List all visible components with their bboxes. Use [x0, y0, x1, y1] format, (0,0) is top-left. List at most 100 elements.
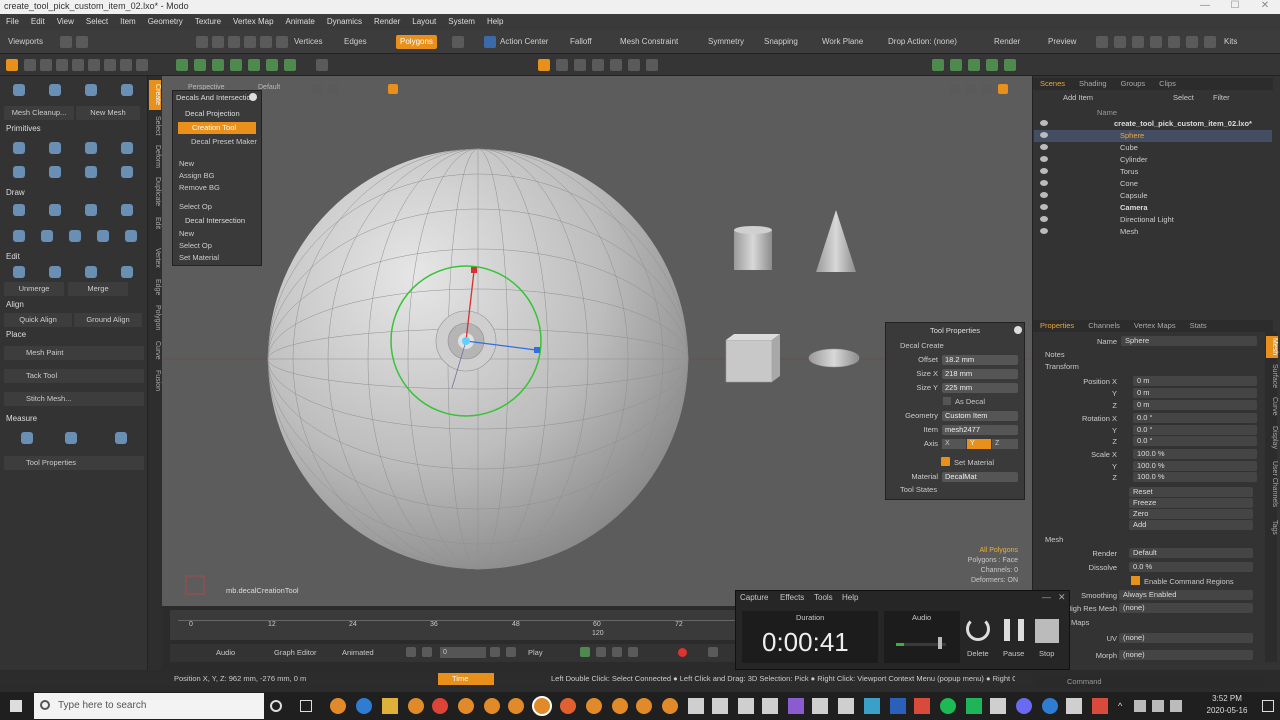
- chrome-icon[interactable]: [432, 698, 448, 714]
- viewport-camera-icon[interactable]: [610, 59, 622, 71]
- size-x-field[interactable]: 218 mm: [942, 369, 1018, 379]
- maximize-icon[interactable]: ☐: [1220, 0, 1250, 12]
- viewport-uv-icon[interactable]: [592, 59, 604, 71]
- rotation-x-field[interactable]: 0.0 °: [1133, 413, 1257, 423]
- cylinder-mesh[interactable]: [734, 226, 772, 270]
- layout-switch-icon[interactable]: [1096, 36, 1108, 48]
- cube-icon[interactable]: [10, 140, 28, 156]
- graph-editor-button[interactable]: Graph Editor: [274, 648, 317, 657]
- app-modo-2-icon[interactable]: [408, 698, 424, 714]
- timeline[interactable]: 0 12 24 36 48 60 72 120: [170, 610, 740, 640]
- viewport-quad-icon[interactable]: [574, 59, 586, 71]
- clock-time[interactable]: 3:52 PM: [1200, 694, 1254, 703]
- protractor-icon[interactable]: [62, 430, 80, 446]
- select-arrow-icon[interactable]: [196, 36, 208, 48]
- as-decal-checkbox[interactable]: [943, 397, 951, 405]
- tab-scenes[interactable]: Scenes: [1033, 78, 1072, 90]
- app-misc-4-icon[interactable]: [990, 698, 1006, 714]
- curve-line-icon[interactable]: [10, 228, 28, 244]
- curve-sketch-icon[interactable]: [66, 228, 84, 244]
- tool-properties-button[interactable]: Tool Properties: [4, 456, 144, 470]
- cube-mesh[interactable]: [725, 334, 780, 383]
- render-dropdown[interactable]: Default: [1129, 548, 1253, 558]
- animated-dropdown[interactable]: Animated: [342, 648, 374, 657]
- intersection-new-button[interactable]: New: [179, 229, 194, 238]
- item-cone[interactable]: Cone: [1034, 178, 1272, 190]
- draw-pen-icon[interactable]: [82, 202, 100, 218]
- edges-button[interactable]: Edges: [340, 35, 371, 49]
- items-icon[interactable]: [260, 36, 272, 48]
- volume-icon[interactable]: [1152, 700, 1164, 712]
- menu-texture[interactable]: Texture: [189, 14, 227, 30]
- geometry-dropdown[interactable]: Custom Item: [942, 411, 1018, 421]
- cross-icon[interactable]: [1168, 36, 1180, 48]
- move-tool-icon[interactable]: [24, 59, 36, 71]
- mesh-constraint-button[interactable]: Mesh Constraint: [616, 35, 682, 49]
- clock-date[interactable]: 2020-05-16: [1200, 706, 1254, 715]
- keyframe-icon[interactable]: [596, 647, 606, 657]
- scale-x-field[interactable]: 100.0 %: [1133, 449, 1257, 459]
- vtab-curve[interactable]: Curve: [149, 338, 161, 362]
- copy-icon[interactable]: [46, 264, 64, 280]
- windows-start-icon[interactable]: [10, 700, 22, 712]
- item-field[interactable]: mesh2477: [942, 425, 1018, 435]
- render-button[interactable]: Render: [990, 35, 1024, 49]
- taskbar-search-input[interactable]: Type here to search: [34, 693, 264, 719]
- app-purple-icon[interactable]: [1016, 698, 1032, 714]
- pen-icon[interactable]: [1204, 36, 1216, 48]
- time-button[interactable]: Time: [438, 673, 494, 685]
- stitch-mesh-button[interactable]: Stitch Mesh...: [4, 392, 144, 406]
- ruler-icon[interactable]: [18, 430, 36, 446]
- work-plane-button[interactable]: Work Plane: [818, 35, 867, 49]
- quick-align-button[interactable]: Quick Align: [4, 313, 72, 327]
- tray-chevron-icon[interactable]: ^: [1118, 701, 1122, 711]
- transform-tool-icon[interactable]: [72, 59, 84, 71]
- vtab-display[interactable]: Display: [1266, 422, 1278, 452]
- pivot-icon[interactable]: [136, 59, 148, 71]
- measure-box-icon[interactable]: [112, 430, 130, 446]
- photoshop-icon[interactable]: [890, 698, 906, 714]
- scale-tool-icon[interactable]: [56, 59, 68, 71]
- draw-extrude-icon[interactable]: [10, 202, 28, 218]
- scene-root-item[interactable]: create_tool_pick_custom_item_02.lxo*: [1034, 118, 1272, 130]
- dissolve-field[interactable]: 0.0 %: [1129, 562, 1253, 572]
- tab-groups[interactable]: Groups: [1114, 78, 1153, 90]
- app-generic-3-icon[interactable]: [636, 698, 652, 714]
- minimize-icon[interactable]: —: [1190, 0, 1220, 12]
- file-explorer-icon[interactable]: [382, 698, 398, 714]
- viewport-split-icon[interactable]: [556, 59, 568, 71]
- search-icon[interactable]: [316, 59, 328, 71]
- wrench-icon[interactable]: [1150, 36, 1162, 48]
- tab-properties[interactable]: Properties: [1033, 320, 1081, 332]
- item-directional-light[interactable]: Directional Light: [1034, 214, 1272, 226]
- command-input[interactable]: Command: [1037, 676, 1263, 688]
- viewport-wireframe-icon[interactable]: [312, 84, 322, 94]
- tack-tool-button[interactable]: Tack Tool: [4, 369, 144, 383]
- tool-states-header[interactable]: Tool States: [900, 485, 937, 494]
- recorder-minimize-icon[interactable]: —: [1042, 592, 1051, 602]
- next-key-icon[interactable]: [490, 647, 500, 657]
- menu-select[interactable]: Select: [80, 14, 114, 30]
- edge-icon[interactable]: [1042, 698, 1058, 714]
- assign-bg-button[interactable]: Assign BG: [179, 171, 214, 180]
- polygons-button[interactable]: Polygons: [396, 35, 437, 49]
- add-item-dropdown[interactable]: Add Item: [1063, 93, 1093, 102]
- curve-sweep-icon[interactable]: [122, 228, 140, 244]
- vtab-edge[interactable]: Edge: [149, 276, 161, 298]
- add-button[interactable]: Add: [1129, 520, 1253, 530]
- auto-key-icon[interactable]: [612, 647, 622, 657]
- primitive-tool-icon[interactable]: [10, 82, 28, 98]
- play-button[interactable]: Play: [528, 648, 543, 657]
- material-field[interactable]: DecalMat: [942, 472, 1018, 482]
- cone-mesh[interactable]: [816, 210, 856, 272]
- smoothing-dropdown[interactable]: Always Enabled: [1119, 590, 1253, 600]
- tube-icon[interactable]: [82, 164, 100, 180]
- skip-start-icon[interactable]: [406, 647, 416, 657]
- select-lasso-icon[interactable]: [228, 36, 240, 48]
- item-cube[interactable]: Cube: [1034, 142, 1272, 154]
- ground-align-button[interactable]: Ground Align: [74, 313, 142, 327]
- sculpt-tool-icon[interactable]: [118, 82, 136, 98]
- viewports-button[interactable]: Viewports: [4, 35, 47, 49]
- app-generic-icon[interactable]: [586, 698, 602, 714]
- spotify-icon[interactable]: [940, 698, 956, 714]
